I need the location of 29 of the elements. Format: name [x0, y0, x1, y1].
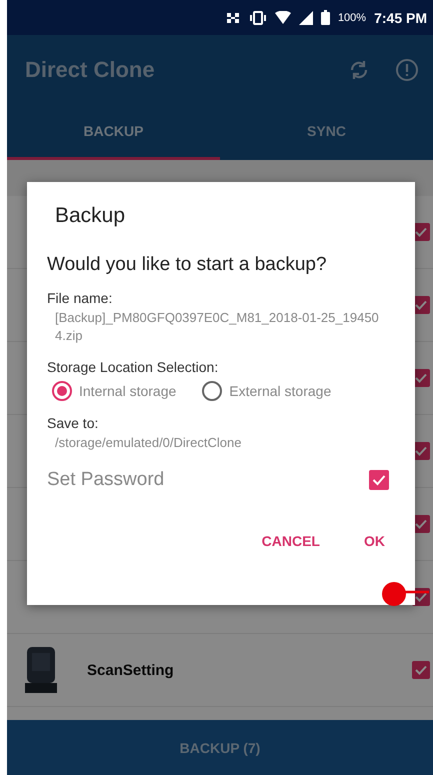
- save-to-path: /storage/emulated/0/DirectClone: [55, 434, 242, 452]
- save-to-label: Save to:: [47, 415, 100, 432]
- password-checkbox[interactable]: [369, 470, 389, 490]
- tab[interactable]: SYNC: [220, 105, 433, 160]
- checkbox[interactable]: [412, 661, 430, 679]
- annotation-marker: [381, 581, 429, 607]
- file-name-value: [Backup]_PM80GFQ0397E0C_M81_2018-01-25_194504.zip: [55, 309, 380, 346]
- status-time: 7:45 PM: [374, 10, 427, 26]
- dialog-button[interactable]: CANCEL: [250, 524, 332, 557]
- app-title: Direct Clone: [25, 57, 156, 83]
- dialog-question: Would you like to start a backup?: [47, 254, 328, 276]
- battery-icon: [320, 10, 330, 25]
- password-label: Set Password: [47, 468, 164, 491]
- radio-option[interactable]: External storage: [202, 381, 332, 402]
- vibrate-icon: [248, 10, 267, 24]
- radio-icon[interactable]: [52, 381, 72, 402]
- scanner-icon: [25, 647, 57, 693]
- dialog-button[interactable]: OK: [352, 524, 397, 557]
- app-name: ScanSetting: [87, 662, 174, 678]
- radio-option[interactable]: Internal storage: [52, 381, 176, 402]
- signal-icon: [298, 10, 313, 24]
- storage-label: Storage Location Selection:: [47, 359, 220, 376]
- file-name-label: File name:: [47, 290, 114, 306]
- battery-percentage: 100%: [338, 12, 366, 24]
- wifi-icon: [274, 11, 291, 24]
- cross-pattern-icon: [224, 10, 241, 24]
- radio-icon[interactable]: [202, 381, 222, 402]
- backup-button[interactable]: BACKUP (7): [7, 720, 433, 775]
- dialog-title: Backup: [55, 204, 126, 228]
